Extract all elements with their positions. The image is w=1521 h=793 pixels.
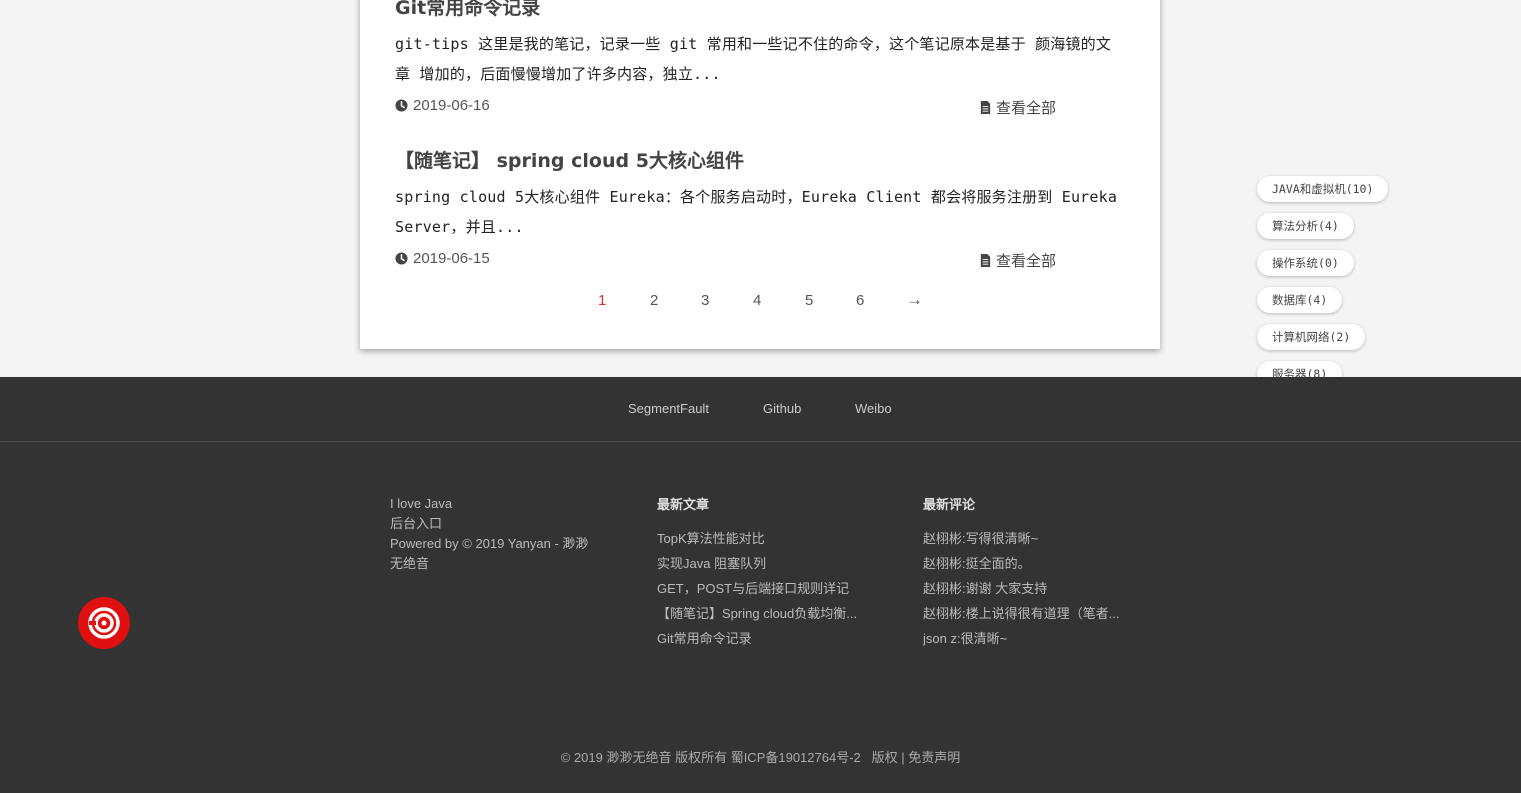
recent-post-link[interactable]: Git常用命令记录 [657, 629, 862, 654]
tag-item[interactable]: 数据库(4) [1257, 287, 1343, 313]
post-item: 【随笔记】 spring cloud 5大核心组件 spring cloud 5… [395, 149, 1125, 270]
powered-by-text-cont: 无绝音 [390, 556, 430, 571]
post-meta: 2019-06-16 查看全部 [395, 95, 1125, 117]
post-title: 【随笔记】 spring cloud 5大核心组件 [395, 149, 1125, 173]
footer-recent-posts: 最新文章 TopK算法性能对比 实现Java 阻塞队列 GET，POST与后端接… [657, 495, 862, 654]
post-excerpt: git-tips 这里是我的笔记，记录一些 git 常用和一些记不住的命令，这个… [395, 35, 1112, 83]
copyright: © 2019 渺渺无绝音 版权所有 蜀ICP备19012764号-2 版权 | … [0, 747, 1521, 766]
tag-item[interactable]: 算法分析(4) [1257, 213, 1354, 239]
page-link-4[interactable]: 4 [753, 292, 761, 309]
about-tagline: I love Java [390, 496, 453, 511]
post-date: 2019-06-16 [395, 97, 490, 114]
tag-item[interactable]: 操作系统(0) [1257, 250, 1354, 276]
post-excerpt: spring cloud 5大核心组件 Eureka：各个服务启动时，Eurek… [395, 188, 1118, 236]
recent-posts-heading: 最新文章 [657, 497, 710, 512]
pagination: 1 2 3 4 5 6 → [360, 283, 1160, 323]
tag-item[interactable]: 计算机网络(2) [1257, 324, 1366, 350]
recent-comment-link[interactable]: 赵栩彬:楼上说得很有道理（笔者... [923, 604, 1123, 629]
clock-icon [395, 99, 408, 112]
post-title-link[interactable]: Git常用命令记录 [395, 0, 540, 19]
recent-post-link[interactable]: 【随笔记】Spring cloud负载均衡... [657, 604, 862, 629]
recent-comment-link[interactable]: 赵栩彬:挺全面的。 [923, 554, 1123, 579]
document-icon [980, 254, 991, 267]
next-page-arrow[interactable]: → [906, 290, 923, 310]
post-item: Git常用命令记录 git-tips 这里是我的笔记，记录一些 git 常用和一… [395, 0, 1125, 117]
social-links-bar: SegmentFault Github Weibo [0, 377, 1521, 442]
page-link-2[interactable]: 2 [650, 292, 658, 309]
read-more-link[interactable]: 查看全部 [979, 97, 1056, 118]
recent-post-link[interactable]: TopK算法性能对比 [657, 529, 862, 554]
footer-recent-comments: 最新评论 赵栩彬:写得很清晰~ 赵栩彬:挺全面的。 赵栩彬:谢谢 大家支持 赵栩… [923, 495, 1123, 654]
copyright-text: © 2019 渺渺无绝音 版权所有 蜀ICP备19012764号-2 [560, 750, 861, 765]
document-icon [980, 101, 991, 114]
recent-post-link[interactable]: GET，POST与后端接口规则详记 [657, 579, 862, 604]
recent-comment-link[interactable]: json z:很清晰~ [923, 629, 1123, 654]
read-more-link[interactable]: 查看全部 [979, 250, 1056, 271]
read-more-label: 查看全部 [995, 253, 1056, 270]
page-link-6[interactable]: 6 [856, 292, 864, 309]
clock-icon [395, 252, 408, 265]
page-link-3[interactable]: 3 [701, 292, 709, 309]
post-date-text: 2019-06-15 [413, 250, 490, 267]
tag-item[interactable]: JAVA和虚拟机(10) [1257, 176, 1389, 202]
recent-post-link[interactable]: 实现Java 阻塞队列 [657, 554, 862, 579]
post-meta: 2019-06-15 查看全部 [395, 248, 1125, 270]
copyright-disclaimer-link[interactable]: 版权 | 免责声明 [872, 750, 961, 765]
post-title-link[interactable]: 【随笔记】 spring cloud 5大核心组件 [395, 150, 744, 172]
post-date: 2019-06-15 [395, 250, 490, 267]
content-area: Git常用命令记录 git-tips 这里是我的笔记，记录一些 git 常用和一… [0, 0, 1521, 377]
post-list-card: Git常用命令记录 git-tips 这里是我的笔记，记录一些 git 常用和一… [360, 0, 1160, 349]
page-link-1[interactable]: 1 [598, 292, 606, 309]
page-link-5[interactable]: 5 [805, 292, 813, 309]
site-footer: SegmentFault Github Weibo I love Java 后台… [0, 377, 1521, 793]
post-title: Git常用命令记录 [395, 0, 1125, 20]
floating-weibo-icon[interactable] [78, 597, 130, 649]
tag-item[interactable]: 服务器(8) [1257, 361, 1343, 377]
segmentfault-link[interactable]: SegmentFault [628, 401, 709, 416]
recent-comment-link[interactable]: 赵栩彬:写得很清晰~ [923, 529, 1123, 554]
admin-entry-link[interactable]: 后台入口 [390, 514, 600, 534]
swirl-logo-icon [88, 607, 120, 639]
read-more-label: 查看全部 [995, 100, 1056, 117]
post-date-text: 2019-06-16 [413, 97, 490, 114]
weibo-link[interactable]: Weibo [855, 401, 892, 416]
footer-about: I love Java 后台入口 Powered by © 2019 Yanya… [390, 494, 600, 574]
github-link[interactable]: Github [763, 401, 801, 416]
recent-comment-link[interactable]: 赵栩彬:谢谢 大家支持 [923, 579, 1123, 604]
recent-comments-heading: 最新评论 [923, 497, 976, 512]
powered-by-text: Powered by © 2019 Yanyan - 渺渺 [390, 536, 589, 551]
